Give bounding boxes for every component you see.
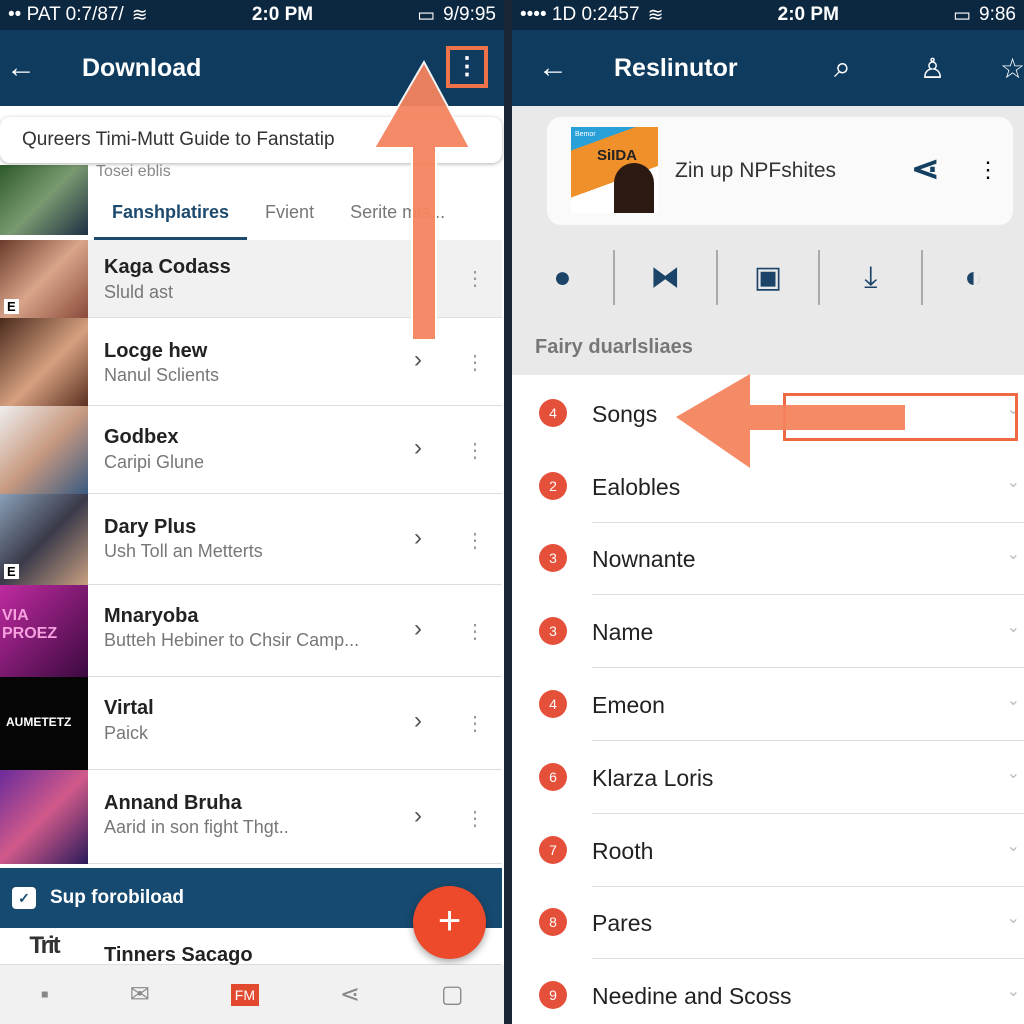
item-subtitle: Nanul Sclients [104,365,220,385]
download-icon[interactable]: ⤓ [820,261,921,295]
chevron-down-icon: ⌄ [1006,983,1020,1000]
kebab-icon[interactable]: ⋮ [465,619,485,644]
list-item[interactable]: 7 Rooth ⌄ [512,814,1024,887]
chevron-down-icon: ⌄ [1006,910,1020,927]
status-right: 9:86 [979,4,1016,25]
app-bar: ← Reslinutor ⌕ ♙ ☆ [512,30,1024,106]
card-title: Zin up NPFshites [675,159,837,182]
banner-label: Sup forobiload [50,887,185,908]
bottom-nav: ▪ ✉ FM ⋖ ▢ [0,965,504,1024]
list-item[interactable]: AUMETETZ Virtal Paick › ⋮ [0,677,502,770]
list-item[interactable]: 8 Pares ⌄ [512,886,1024,959]
thumbnail [0,770,88,864]
nav-share-icon[interactable]: ⋖ [340,980,360,1009]
add-fab-button[interactable]: + [413,886,486,959]
chevron-right-icon[interactable]: › [414,524,422,552]
list-item[interactable]: 3 Nownante ⌄ [512,522,1024,595]
video-icon[interactable]: ⧓ [615,260,716,295]
now-playing-card[interactable]: Bemor SiIDA Zin up NPFshites ⋖ ⋮ [547,117,1013,225]
checkbox-icon[interactable]: ✓ [12,887,36,909]
nav-clipboard-icon[interactable]: ▢ [441,980,464,1009]
nav-mail-icon[interactable]: ✉ [130,980,150,1009]
item-subtitle: Aarid in son fight Thgt.. [104,817,289,837]
item-title: Annand Bruha [104,792,242,814]
item-title: Dary Plus [104,516,197,538]
item-title: Godbex [104,426,179,448]
chevron-right-icon[interactable]: › [414,802,422,830]
chevron-right-icon[interactable]: › [414,434,422,462]
section-header: Fairy duarlsliaes [535,336,693,358]
status-time: 2:0 PM [777,4,839,25]
chevron-down-icon: ⌄ [1006,619,1020,636]
battery-icon: ▭ [953,4,972,26]
list-item[interactable]: 9 Needine and Scoss ⌄ [512,959,1024,1024]
chevron-down-icon: ⌄ [1006,546,1020,563]
thumbnail: Trit [29,932,60,959]
item-subtitle: Paick [104,723,149,743]
list-item[interactable]: 6 Klarza Loris ⌄ [512,741,1024,814]
chevron-down-icon: ⌄ [1006,765,1020,782]
list-item[interactable]: VIA PROEZ Mnaryoba Butteh Hebiner to Chs… [0,585,502,677]
status-bar: •••• 1D 0:2457 ≋ 2:0 PM ▭ 9:86 [512,0,1024,30]
thumbnail: VIA PROEZ [0,585,88,677]
chevron-right-icon[interactable]: › [414,615,422,643]
item-title: Virtal [104,697,154,719]
list-item[interactable]: 4 Emeon ⌄ [512,668,1024,741]
nav-file-icon[interactable]: ▪ [40,981,49,1009]
list-item[interactable]: Godbex Caripi Glune › ⋮ [0,406,502,494]
left-phone-screen: •• PAT 0:7/87/ ≋ 2:0 PM ▭ 9/9:95 ← Downl… [0,0,504,1024]
status-left: •••• 1D 0:2457 [520,4,640,25]
chart-icon[interactable]: ▣ [718,260,819,295]
kebab-icon[interactable]: ⋮ [465,438,485,463]
search-icon[interactable]: ⌕ [834,51,851,85]
list-item[interactable]: 3 Name ⌄ [512,595,1024,668]
chevron-right-icon[interactable]: › [414,707,422,735]
kebab-icon[interactable]: ⋮ [465,528,485,553]
item-subtitle: Ush Toll an Metterts [104,541,263,561]
kebab-icon[interactable]: ⋮ [465,806,485,831]
annotation-arrow-up [372,59,472,341]
kebab-icon[interactable]: ⋮ [977,157,999,183]
wifi-icon: ≋ [647,4,664,26]
thumbnail: E [0,494,88,585]
profile-icon[interactable]: ♙ [920,52,945,85]
list-item[interactable]: E Dary Plus Ush Toll an Metterts › ⋮ [0,494,502,585]
pie-icon[interactable]: ◐ [923,261,1024,295]
album-art: Bemor SiIDA [571,127,658,213]
page-title: Reslinutor [614,53,738,82]
person-icon[interactable]: ● [512,261,613,295]
right-phone-screen: •••• 1D 0:2457 ≋ 2:0 PM ▭ 9:86 ← Reslinu… [512,0,1024,1024]
chevron-down-icon: ⌄ [1006,838,1020,855]
chevron-down-icon: ⌄ [1006,692,1020,709]
item-title: Tinners Sacago [104,944,253,966]
action-icon-row: ● ⧓ ▣ ⤓ ◐ [512,240,1024,315]
kebab-icon[interactable]: ⋮ [465,711,485,736]
share-icon[interactable]: ⋖ [911,149,940,189]
thumbnail: AUMETETZ [0,677,88,770]
star-icon[interactable]: ☆ [1000,52,1024,85]
item-title: Mnaryoba [104,605,199,627]
thumbnail [0,406,88,494]
nav-fm-tab[interactable]: FM [230,983,259,1006]
back-arrow-icon[interactable]: ← [538,51,578,85]
list-item[interactable]: Annand Bruha Aarid in son fight Thgt.. ›… [0,770,502,864]
annotation-arrow-left [676,374,905,468]
item-subtitle: Caripi Glune [104,452,205,472]
item-subtitle: Butteh Hebiner to Chsir Camp... [104,630,360,650]
